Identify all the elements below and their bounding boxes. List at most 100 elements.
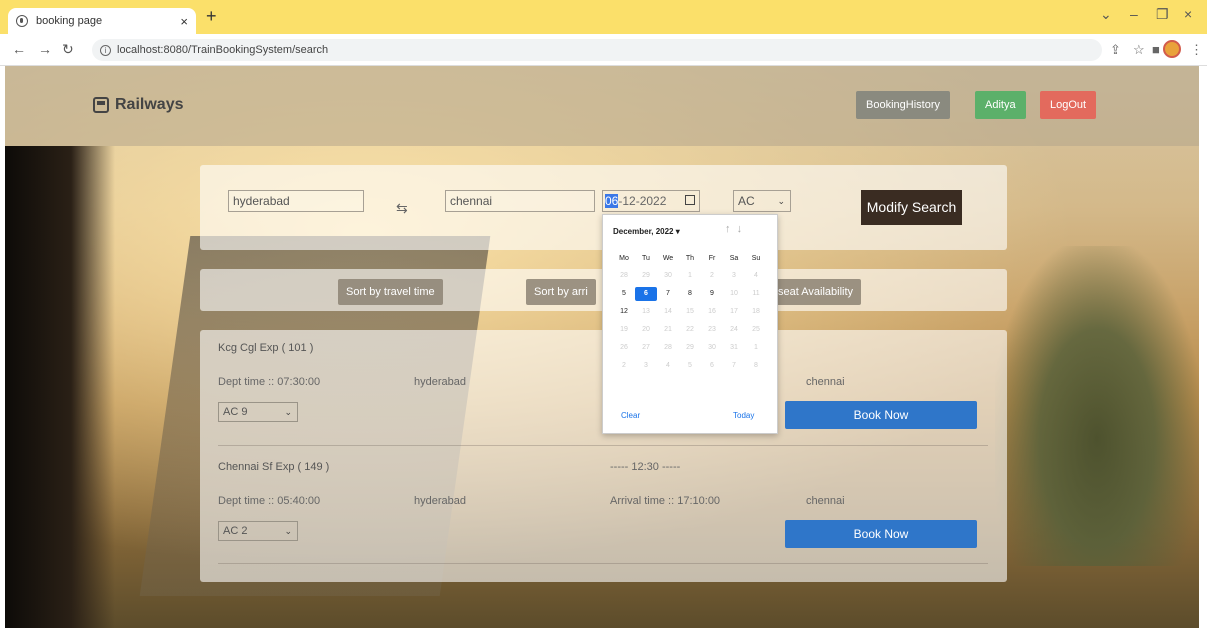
coach-select[interactable]: AC 9 ⌄ bbox=[218, 402, 298, 422]
datepicker-weekday: Fr bbox=[708, 255, 716, 262]
browser-tab[interactable]: booking page × bbox=[8, 8, 196, 34]
datepicker-day[interactable]: 9 bbox=[701, 287, 723, 301]
datepicker-day[interactable]: 14 bbox=[657, 305, 679, 319]
datepicker-day[interactable]: 28 bbox=[657, 341, 679, 355]
datepicker-day[interactable]: 19 bbox=[613, 323, 635, 337]
minimize-icon[interactable]: – bbox=[1130, 6, 1138, 22]
back-icon[interactable]: ← bbox=[12, 41, 26, 57]
datepicker-day[interactable]: 1 bbox=[745, 341, 767, 355]
bookmark-star-icon[interactable]: ☆ bbox=[1133, 42, 1145, 58]
sort-travel-time-button[interactable]: Sort by travel time bbox=[338, 279, 443, 305]
datepicker-day[interactable]: 11 bbox=[745, 287, 767, 301]
datepicker-day[interactable]: 10 bbox=[723, 287, 745, 301]
datepicker-day[interactable]: 28 bbox=[613, 269, 635, 283]
datepicker-day[interactable]: 24 bbox=[723, 323, 745, 337]
to-station: chennai bbox=[806, 495, 845, 507]
class-select[interactable]: AC ⌄ bbox=[733, 190, 791, 212]
book-now-button[interactable]: Book Now bbox=[785, 401, 977, 429]
datepicker-day[interactable]: 18 bbox=[745, 305, 767, 319]
date-day-selected: 06 bbox=[605, 194, 619, 208]
datepicker-day-selected[interactable]: 6 bbox=[635, 287, 657, 301]
swap-icon[interactable]: ⇆ bbox=[396, 200, 408, 217]
browser-tab-bar: booking page × + ⌄ – ❐ × bbox=[0, 0, 1207, 34]
datepicker-day[interactable]: 15 bbox=[679, 305, 701, 319]
datepicker-day[interactable]: 16 bbox=[701, 305, 723, 319]
from-station-input[interactable]: hyderabad bbox=[228, 190, 364, 212]
datepicker-day[interactable]: 2 bbox=[701, 269, 723, 283]
datepicker-weekday: Mo bbox=[619, 255, 629, 262]
maximize-icon[interactable]: ❐ bbox=[1156, 6, 1169, 23]
datepicker-day[interactable]: 7 bbox=[657, 287, 679, 301]
datepicker-day[interactable]: 6 bbox=[701, 359, 723, 373]
datepicker-day[interactable]: 2 bbox=[613, 359, 635, 373]
datepicker-day[interactable]: 27 bbox=[635, 341, 657, 355]
datepicker-day[interactable]: 13 bbox=[635, 305, 657, 319]
train-name: Kcg Cgl Exp ( 101 ) bbox=[218, 342, 314, 354]
datepicker-day[interactable]: 20 bbox=[635, 323, 657, 337]
datepicker-day[interactable]: 4 bbox=[745, 269, 767, 283]
chevron-down-icon[interactable]: ⌄ bbox=[1100, 6, 1112, 23]
datepicker-nav-icons[interactable]: ↑ ↓ bbox=[725, 223, 742, 235]
datepicker-day[interactable]: 22 bbox=[679, 323, 701, 337]
address-bar[interactable]: i localhost:8080/TrainBookingSystem/sear… bbox=[92, 39, 1102, 61]
datepicker-weekday: Su bbox=[751, 255, 761, 262]
modify-search-button[interactable]: Modify Search bbox=[861, 190, 962, 225]
datepicker-today-button[interactable]: Today bbox=[733, 411, 754, 420]
datepicker-clear-button[interactable]: Clear bbox=[621, 411, 640, 420]
booking-history-button[interactable]: BookingHistory bbox=[856, 91, 950, 119]
close-tab-icon[interactable]: × bbox=[180, 14, 188, 29]
datepicker-day[interactable]: 7 bbox=[723, 359, 745, 373]
logout-button[interactable]: LogOut bbox=[1040, 91, 1097, 119]
menu-dots-icon[interactable]: ⋮ bbox=[1190, 42, 1203, 58]
reload-icon[interactable]: ↻ bbox=[62, 41, 74, 58]
background-train-blur bbox=[5, 146, 115, 628]
datepicker-weekday: We bbox=[662, 255, 674, 262]
globe-icon bbox=[16, 15, 28, 27]
coach-select-value: AC 9 bbox=[223, 406, 248, 418]
datepicker-day[interactable]: 3 bbox=[635, 359, 657, 373]
datepicker-day[interactable]: 26 bbox=[613, 341, 635, 355]
datepicker-day[interactable]: 8 bbox=[679, 287, 701, 301]
sort-seat-availability-button[interactable]: seat Availability bbox=[770, 279, 862, 305]
new-tab-icon[interactable]: + bbox=[206, 6, 217, 27]
info-icon[interactable]: i bbox=[100, 44, 111, 56]
datepicker-month-selector[interactable]: December, 2022 ▾ bbox=[613, 227, 680, 236]
datepicker-day[interactable]: 8 bbox=[745, 359, 767, 373]
datepicker-day[interactable]: 5 bbox=[679, 359, 701, 373]
dept-time: Dept time :: 05:40:00 bbox=[218, 495, 321, 507]
site-header: Railways BookingHistory Aditya LogOut bbox=[5, 66, 1199, 146]
date-rest: -12-2022 bbox=[618, 194, 667, 208]
chevron-down-icon: ⌄ bbox=[284, 407, 292, 417]
datepicker-day[interactable]: 4 bbox=[657, 359, 679, 373]
datepicker-day[interactable]: 30 bbox=[701, 341, 723, 355]
calendar-icon[interactable] bbox=[685, 195, 695, 205]
coach-select[interactable]: AC 2 ⌄ bbox=[218, 521, 298, 541]
datepicker-day[interactable]: 31 bbox=[723, 341, 745, 355]
train-name: Chennai Sf Exp ( 149 ) bbox=[218, 461, 330, 473]
datepicker-day[interactable]: 1 bbox=[679, 269, 701, 283]
to-station-input[interactable]: chennai bbox=[445, 190, 595, 212]
datepicker-day[interactable]: 23 bbox=[701, 323, 723, 337]
datepicker-day[interactable]: 29 bbox=[635, 269, 657, 283]
class-select-value: AC bbox=[738, 194, 755, 208]
forward-icon[interactable]: → bbox=[38, 41, 52, 57]
datepicker-day[interactable]: 5 bbox=[613, 287, 635, 301]
datepicker-day[interactable]: 12 bbox=[613, 305, 635, 319]
sort-arrival-button[interactable]: Sort by arri bbox=[526, 279, 596, 305]
datepicker-day[interactable]: 30 bbox=[657, 269, 679, 283]
datepicker-weekday: Tu bbox=[642, 255, 650, 262]
book-now-button[interactable]: Book Now bbox=[785, 520, 977, 548]
share-icon[interactable]: ⇪ bbox=[1110, 42, 1121, 58]
datepicker-day[interactable]: 3 bbox=[723, 269, 745, 283]
dept-time: Dept time :: 07:30:00 bbox=[218, 376, 321, 388]
datepicker-day[interactable]: 17 bbox=[723, 305, 745, 319]
datepicker-day[interactable]: 29 bbox=[679, 341, 701, 355]
brand-logo[interactable]: Railways bbox=[93, 96, 183, 114]
datepicker-day[interactable]: 25 bbox=[745, 323, 767, 337]
datepicker-day[interactable]: 21 bbox=[657, 323, 679, 337]
date-input[interactable]: 06-12-2022 bbox=[602, 190, 700, 212]
profile-avatar[interactable] bbox=[1163, 40, 1181, 58]
side-panel-icon[interactable]: ■ bbox=[1152, 42, 1160, 57]
close-window-icon[interactable]: × bbox=[1184, 6, 1192, 22]
user-button[interactable]: Aditya bbox=[975, 91, 1026, 119]
